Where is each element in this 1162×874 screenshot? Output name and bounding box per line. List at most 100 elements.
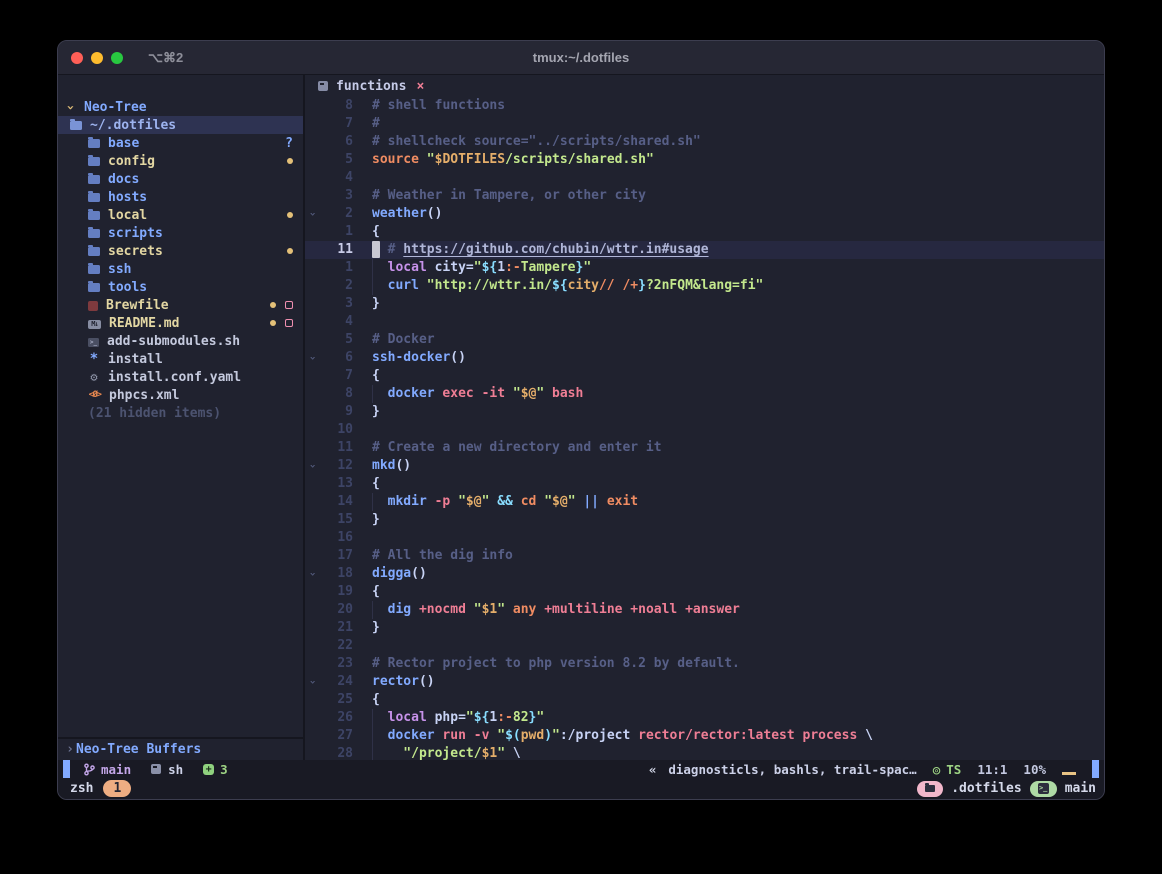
line-number: 22 [319,637,353,655]
code-line[interactable]: 9} [305,403,1104,421]
code-line[interactable]: 22 [305,637,1104,655]
code-line[interactable]: 11# Create a new directory and enter it [305,439,1104,457]
tree-item-root[interactable]: ~/.dotfiles [58,116,303,134]
fold-chevron-icon[interactable]: › [305,673,319,691]
code-line[interactable]: 16 [305,529,1104,547]
tree-item-label: docs [108,172,139,187]
line-content: rector() [353,673,435,691]
code-line[interactable]: 7# [305,115,1104,133]
fold-chevron-icon[interactable]: › [305,565,319,583]
line-content: "/project/$1" \ [353,745,521,760]
code-line[interactable]: ›6ssh-docker() [305,349,1104,367]
code-line[interactable]: 1{ [305,223,1104,241]
tree-item-install-conf-yaml[interactable]: install.conf.yaml [58,368,303,386]
code-line[interactable]: 4 [305,169,1104,187]
folder-icon [88,211,100,220]
code-line[interactable]: 17# All the dig info [305,547,1104,565]
code-line[interactable]: 5# Docker [305,331,1104,349]
tree-item-docs[interactable]: docs [58,170,303,188]
line-number: 18 [319,565,353,583]
code-line[interactable]: 3} [305,295,1104,313]
code-line[interactable]: 15} [305,511,1104,529]
code-line[interactable]: 7{ [305,367,1104,385]
git-unstaged-square-icon [285,319,293,327]
titlebar[interactable]: ⌥⌘2 tmux:~/.dotfiles [58,41,1104,75]
code-line[interactable]: 14mkdir -p "$@" && cd "$@" || exit [305,493,1104,511]
code-line[interactable]: 8docker exec -it "$@" bash [305,385,1104,403]
line-content: local city="${1:-Tampere}" [353,259,591,277]
close-window-button[interactable] [71,52,83,64]
code-line[interactable]: 5source "$DOTFILES/scripts/shared.sh" [305,151,1104,169]
code-line[interactable]: 25{ [305,691,1104,709]
fold-chevron-icon[interactable]: › [305,457,319,475]
line-content: # [353,115,380,133]
minimize-window-button[interactable] [91,52,103,64]
code-line[interactable]: 1local city="${1:-Tampere}" [305,259,1104,277]
code-line[interactable]: 8# shell functions [305,97,1104,115]
git-modified-dot-icon [270,320,276,326]
terminal-cursor [1062,772,1076,775]
code-line[interactable]: 10 [305,421,1104,439]
code-line[interactable]: 2curl "http://wttr.in/${city// /+}?2nFQM… [305,277,1104,295]
tree-item-hosts[interactable]: hosts [58,188,303,206]
code-line[interactable]: ›18digga() [305,565,1104,583]
folder-icon [88,247,100,256]
code-token: } [372,404,380,419]
code-token [419,278,427,293]
line-number: 4 [319,313,353,331]
tree-item-install[interactable]: install [58,350,303,368]
host-badge[interactable] [1030,781,1057,797]
line-content: { [353,367,380,385]
code-line[interactable]: 19{ [305,583,1104,601]
code-line[interactable]: 23# Rector project to php version 8.2 by… [305,655,1104,673]
url-link[interactable]: https://github.com/chubin/wttr.in#usage [403,242,708,257]
code-token: { [372,476,380,491]
code-line[interactable]: 28 "/project/$1" \ [305,745,1104,760]
lsp-icon: « [649,762,657,777]
tree-item-brewfile[interactable]: Brewfile [58,296,303,314]
tree-item-readme-md[interactable]: README.md [58,314,303,332]
tmux-window-name[interactable]: zsh [66,781,103,796]
code-line[interactable]: 11 # https://github.com/chubin/wttr.in#u… [305,241,1104,259]
line-content: source "$DOTFILES/scripts/shared.sh" [353,151,654,169]
code-line[interactable]: 3# Weather in Tampere, or other city [305,187,1104,205]
line-content: # shellcheck source="../scripts/shared.s… [353,133,701,151]
folder-icon [88,265,100,274]
tmux-window-index-badge[interactable]: 1 [103,780,131,797]
code-line[interactable]: 13{ [305,475,1104,493]
code-line[interactable]: ›2weather() [305,205,1104,223]
line-number: 27 [319,727,353,745]
tree-item-base[interactable]: base? [58,134,303,152]
tree-item-tools[interactable]: tools [58,278,303,296]
code-line[interactable]: 4 [305,313,1104,331]
fold-chevron-icon[interactable]: › [305,349,319,367]
code-line[interactable]: 6# shellcheck source="../scripts/shared.… [305,133,1104,151]
tree-item-config[interactable]: config [58,152,303,170]
tree-item-add-submodules-sh[interactable]: add-submodules.sh [58,332,303,350]
code-buffer[interactable]: 8# shell functions7#6# shellcheck source… [305,97,1104,760]
tree-item-local[interactable]: local [58,206,303,224]
tree-item-phpcs-xml[interactable]: phpcs.xml [58,386,303,404]
session-badge[interactable] [917,781,943,797]
chevron-icon: › [305,679,321,686]
neo-tree-header[interactable]: › Neo-Tree [58,98,303,116]
close-tab-icon[interactable]: × [416,79,424,94]
neo-tree-buffers-section[interactable]: › Neo-Tree Buffers [58,737,303,760]
tree-item-ssh[interactable]: ssh [58,260,303,278]
code-line[interactable]: ›12mkd() [305,457,1104,475]
code-line[interactable]: ›24rector() [305,673,1104,691]
tree-item-badges [287,158,293,164]
code-line[interactable]: 27docker run -v "$(pwd)":/project rector… [305,727,1104,745]
tree-item-scripts[interactable]: scripts [58,224,303,242]
line-content: mkd() [353,457,411,475]
line-content: docker run -v "$(pwd)":/project rector/r… [353,727,873,745]
tab-label: functions [336,79,406,94]
tab-functions[interactable]: functions × [318,79,424,94]
tree-item-secrets[interactable]: secrets [58,242,303,260]
zoom-window-button[interactable] [111,52,123,64]
fold-chevron-icon[interactable]: › [305,205,319,223]
code-line[interactable]: 21} [305,619,1104,637]
line-content: { [353,223,380,241]
code-line[interactable]: 26local php="${1:-82}" [305,709,1104,727]
code-line[interactable]: 20dig +nocmd "$1" any +multiline +noall … [305,601,1104,619]
